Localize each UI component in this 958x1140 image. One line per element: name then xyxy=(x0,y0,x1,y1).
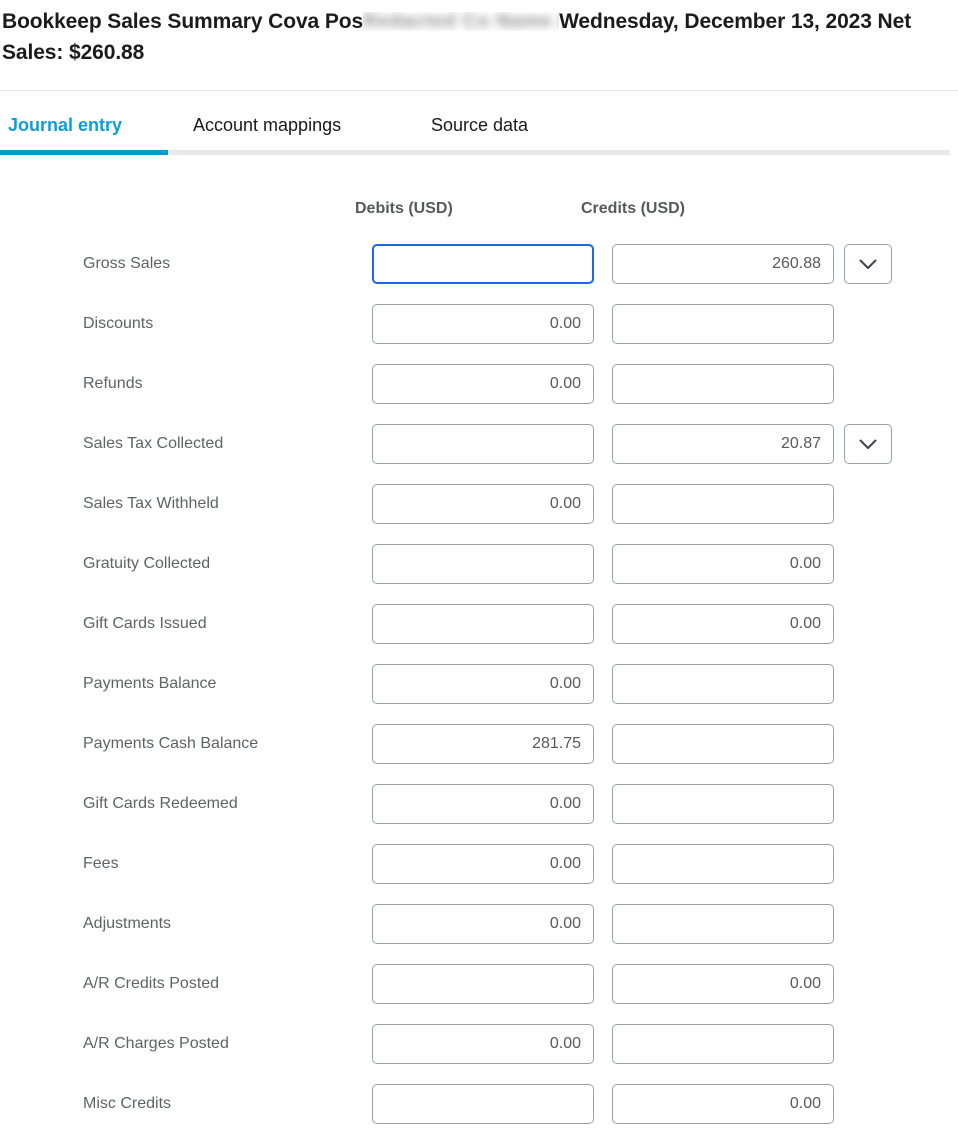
debit-input[interactable]: 0.00 xyxy=(372,1024,594,1064)
credit-input[interactable] xyxy=(612,844,834,884)
debit-input[interactable] xyxy=(372,424,594,464)
table-row: Sales Tax Withheld 0.00 xyxy=(0,480,958,540)
credit-input[interactable] xyxy=(612,664,834,704)
tab-account-mappings[interactable]: Account mappings xyxy=(193,103,341,147)
row-label: Refunds xyxy=(83,375,143,392)
column-header-row: Debits (USD) Credits (USD) xyxy=(0,200,958,224)
table-row: Payments Cash Balance 281.75 xyxy=(0,720,958,780)
row-label: Sales Tax Withheld xyxy=(83,495,219,512)
debit-input[interactable]: 0.00 xyxy=(372,484,594,524)
debit-input[interactable]: 0.00 xyxy=(372,304,594,344)
debit-input[interactable] xyxy=(372,1084,594,1124)
page-title: Bookkeep Sales Summary Cova Pos Redacted … xyxy=(0,6,958,68)
credit-input[interactable] xyxy=(612,304,834,344)
debit-input[interactable]: 281.75 xyxy=(372,724,594,764)
row-label: A/R Charges Posted xyxy=(83,1035,229,1052)
page-title-prefix: Bookkeep Sales Summary Cova Pos xyxy=(2,10,364,33)
credit-input[interactable] xyxy=(612,1024,834,1064)
row-label: Sales Tax Collected xyxy=(83,435,224,452)
row-label: Gift Cards Issued xyxy=(83,615,207,632)
debit-input[interactable]: 0.00 xyxy=(372,844,594,884)
row-label: Gross Sales xyxy=(83,255,171,272)
column-header-debits: Debits (USD) xyxy=(355,200,453,217)
credit-input[interactable] xyxy=(612,484,834,524)
debit-input[interactable] xyxy=(372,544,594,584)
table-row: Gratuity Collected 0.00 xyxy=(0,540,958,600)
table-row: Payments Balance 0.00 xyxy=(0,660,958,720)
credit-input[interactable]: 0.00 xyxy=(612,544,834,584)
table-row: Misc Credits 0.00 xyxy=(0,1080,958,1140)
redacted-merchant-name: Redacted Co Name Ab xyxy=(363,11,560,31)
table-row: Discounts 0.00 xyxy=(0,300,958,360)
row-label: Payments Cash Balance xyxy=(83,735,259,752)
tab-source-data[interactable]: Source data xyxy=(431,103,528,147)
row-expand-button[interactable] xyxy=(844,424,892,464)
table-row: A/R Credits Posted 0.00 xyxy=(0,960,958,1020)
debit-input[interactable]: 0.00 xyxy=(372,664,594,704)
credit-input[interactable]: 20.87 xyxy=(612,424,834,464)
tab-journal-entry[interactable]: Journal entry xyxy=(8,103,122,147)
credit-input[interactable] xyxy=(612,904,834,944)
chevron-down-icon xyxy=(859,439,877,450)
debit-input[interactable]: 0.00 xyxy=(372,364,594,404)
debit-input[interactable] xyxy=(372,244,594,284)
credit-input[interactable]: 0.00 xyxy=(612,964,834,1004)
redacted-merchant-name-text: Redacted Co Name Ab xyxy=(363,11,559,31)
row-label: Gratuity Collected xyxy=(83,555,211,572)
credit-input[interactable]: 0.00 xyxy=(612,1084,834,1124)
debit-input[interactable] xyxy=(372,964,594,1004)
table-row: Adjustments 0.00 xyxy=(0,900,958,960)
debit-input[interactable]: 0.00 xyxy=(372,784,594,824)
row-label: Gift Cards Redeemed xyxy=(83,795,238,812)
table-row: Refunds 0.00 xyxy=(0,360,958,420)
table-row: Gift Cards Issued 0.00 xyxy=(0,600,958,660)
credit-input[interactable]: 0.00 xyxy=(612,604,834,644)
row-label: Fees xyxy=(83,855,119,872)
table-row: Sales Tax Collected 20.87 xyxy=(0,420,958,480)
debit-input[interactable] xyxy=(372,604,594,644)
credit-input[interactable] xyxy=(612,364,834,404)
credit-input[interactable] xyxy=(612,724,834,764)
debit-input[interactable]: 0.00 xyxy=(372,904,594,944)
header-divider xyxy=(0,90,958,91)
row-label: Adjustments xyxy=(83,915,172,932)
row-label: Discounts xyxy=(83,315,154,332)
credit-input[interactable] xyxy=(612,784,834,824)
journal-entry-rows: Gross Sales 260.88 Discounts 0.00 Refunds 0.0… xyxy=(0,240,958,1140)
row-label: Payments Balance xyxy=(83,675,217,692)
row-label: Misc Credits xyxy=(83,1095,172,1112)
table-row: A/R Charges Posted 0.00 xyxy=(0,1020,958,1080)
tab-active-indicator xyxy=(0,150,168,155)
row-label: A/R Credits Posted xyxy=(83,975,220,992)
row-expand-button[interactable] xyxy=(844,244,892,284)
column-header-credits: Credits (USD) xyxy=(581,200,686,217)
table-row: Gift Cards Redeemed 0.00 xyxy=(0,780,958,840)
chevron-down-icon xyxy=(859,259,877,270)
table-row: Fees 0.00 xyxy=(0,840,958,900)
table-row: Gross Sales 260.88 xyxy=(0,240,958,300)
credit-input[interactable]: 260.88 xyxy=(612,244,834,284)
